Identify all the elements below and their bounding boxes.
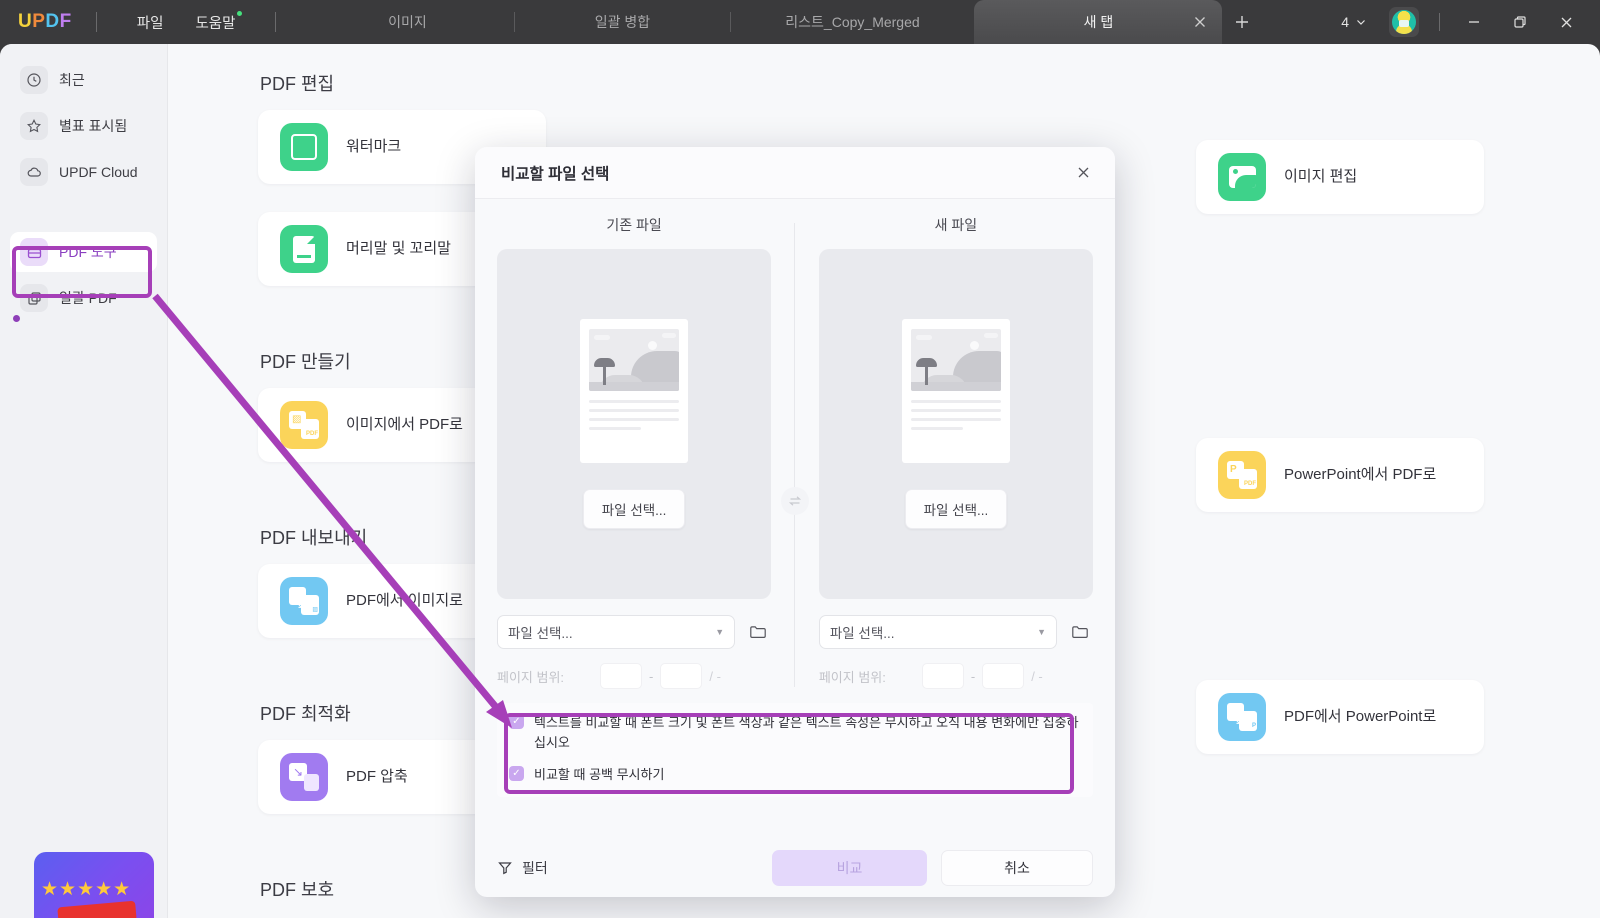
chevron-down-icon: [1355, 16, 1367, 28]
close-icon[interactable]: [1544, 0, 1588, 44]
compare-button[interactable]: 비교: [772, 850, 927, 886]
app-logo: UPDF: [18, 11, 72, 32]
tab-divider: [514, 12, 516, 32]
tab-batch-merge[interactable]: 일괄 병합: [514, 0, 730, 44]
menu-file[interactable]: 파일: [121, 0, 180, 44]
tab-label: 리스트_Copy_Merged: [785, 14, 920, 30]
divider: [1439, 13, 1440, 31]
file-select-row-new: 파일 선택... ▼: [818, 615, 1093, 649]
tab-image[interactable]: 이미지: [300, 0, 514, 44]
divider: [275, 12, 277, 32]
pane-divider: [771, 215, 819, 689]
tab-label: 이미지: [388, 14, 427, 30]
window-count-button[interactable]: 4: [1329, 14, 1379, 30]
filter-button[interactable]: 필터: [497, 858, 548, 878]
file-select-existing[interactable]: 파일 선택... ▼: [497, 615, 736, 649]
thumbnail-image: [589, 329, 680, 391]
notification-dot-icon: [237, 11, 243, 16]
dialog-footer: 필터 비교 취소: [475, 839, 1115, 897]
document-thumbnail: [901, 319, 1010, 463]
minimize-icon[interactable]: [1452, 0, 1496, 44]
filter-icon: [497, 860, 513, 876]
filter-label: 필터: [522, 860, 548, 876]
page-range-row-existing: 페이지 범위: - / -: [497, 663, 771, 689]
annotation-highlight-options: [504, 713, 1074, 794]
range-separator: -: [970, 668, 976, 684]
close-icon[interactable]: [1069, 159, 1097, 187]
swap-icon[interactable]: [781, 487, 810, 515]
app-window: UPDF 파일 도움말 이미지 일괄 병합 리스트_Copy_Merged 새 …: [0, 0, 1600, 918]
page-range-to-input[interactable]: [982, 663, 1025, 689]
annotation-highlight-sidebar: [12, 246, 152, 298]
dropzone-new[interactable]: 파일 선택...: [818, 249, 1093, 599]
page-range-row-new: 페이지 범위: - / -: [819, 663, 1093, 689]
page-range-from-input[interactable]: [600, 663, 642, 689]
avatar[interactable]: [1389, 7, 1419, 37]
page-range-to-input[interactable]: [660, 663, 703, 689]
pane-new-file: 새 파일 파일 선택... 파일 선택... ▼ 페이지 범위: - / -: [818, 215, 1093, 689]
dropzone-existing[interactable]: 파일 선택...: [497, 249, 772, 599]
file-select-value: 파일 선택...: [508, 626, 573, 641]
page-range-total: / -: [709, 668, 721, 684]
divider: [95, 12, 97, 32]
tab-list-copy-merged[interactable]: 리스트_Copy_Merged: [730, 0, 974, 44]
pane-title: 새 파일: [934, 217, 978, 233]
page-range-label: 페이지 범위:: [497, 669, 565, 685]
folder-icon[interactable]: [745, 619, 771, 645]
chevron-down-icon: ▼: [1037, 627, 1046, 637]
avatar-image: [1392, 10, 1416, 34]
dialog-title: 비교할 파일 선택: [501, 165, 610, 183]
tab-label: 새 탭: [1083, 14, 1114, 30]
page-range-total: / -: [1031, 668, 1043, 684]
document-thumbnail: [580, 319, 689, 463]
menu-help[interactable]: 도움말: [179, 0, 251, 44]
page-range-label: 페이지 범위:: [818, 669, 886, 685]
pane-existing-file: 기존 파일 파일 선택... 파일 선택... ▼ 페이지 범위: - / -: [497, 215, 772, 689]
chevron-down-icon: ▼: [715, 627, 725, 637]
tab-divider: [730, 12, 732, 32]
thumbnail-image: [910, 329, 1001, 391]
thumbnail-text-lines: [589, 400, 680, 430]
choose-file-button-new[interactable]: 파일 선택...: [904, 489, 1008, 529]
tab-strip: 이미지 일괄 병합 리스트_Copy_Merged 새 탭: [300, 0, 1329, 44]
title-bar: UPDF 파일 도움말 이미지 일괄 병합 리스트_Copy_Merged 새 …: [0, 0, 1600, 44]
tab-new-tab[interactable]: 새 탭: [974, 0, 1223, 44]
menu-help-label: 도움말: [195, 15, 236, 32]
restore-icon[interactable]: [1498, 0, 1542, 44]
new-tab-button[interactable]: [1222, 0, 1262, 44]
range-separator: -: [649, 668, 654, 684]
dialog-header: 비교할 파일 선택: [475, 147, 1115, 199]
titlebar-right: 4: [1329, 0, 1600, 44]
tab-label: 일괄 병합: [594, 14, 651, 30]
cancel-button[interactable]: 취소: [941, 850, 1093, 886]
folder-icon[interactable]: [1067, 619, 1093, 645]
file-select-new[interactable]: 파일 선택... ▼: [818, 615, 1057, 649]
file-select-row-existing: 파일 선택... ▼: [497, 615, 771, 649]
file-select-value: 파일 선택...: [829, 626, 895, 641]
window-count-value: 4: [1341, 14, 1349, 30]
menu-file-label: 파일: [136, 15, 164, 32]
pane-title: 기존 파일: [606, 217, 662, 233]
close-icon[interactable]: [1192, 14, 1208, 30]
titlebar-left: UPDF 파일 도움말: [0, 0, 300, 44]
file-panes: 기존 파일 파일 선택... 파일 선택... ▼ 페이지 범위: - / - …: [475, 199, 1115, 689]
page-range-from-input[interactable]: [921, 663, 964, 689]
choose-file-button-existing[interactable]: 파일 선택...: [582, 489, 686, 529]
divider-line: [794, 223, 796, 687]
thumbnail-text-lines: [910, 400, 1001, 430]
